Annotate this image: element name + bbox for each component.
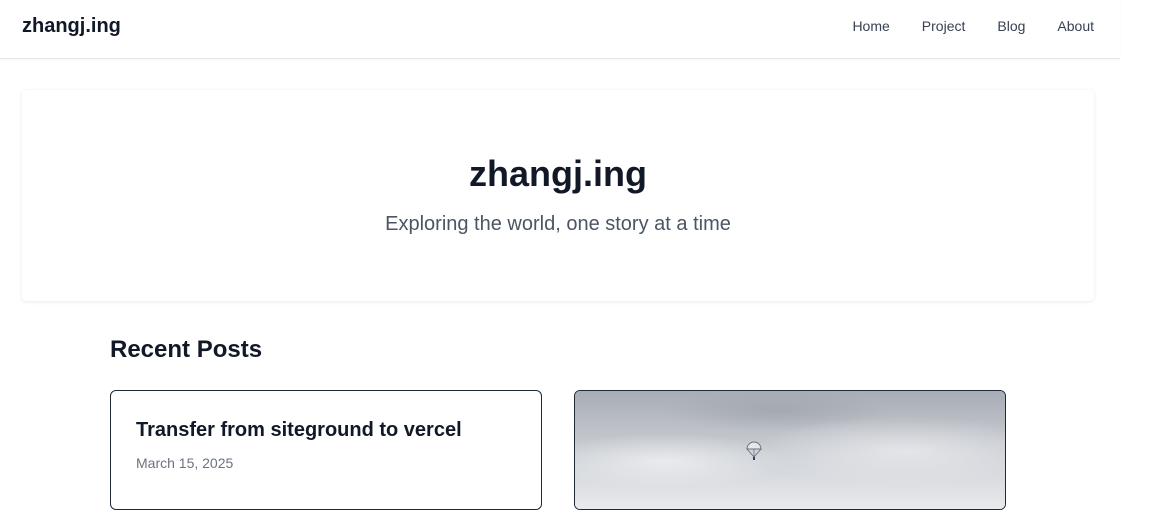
hero-banner: zhangj.ing Exploring the world, one stor… (22, 90, 1094, 301)
post-card-image[interactable] (574, 390, 1006, 510)
parachute-icon (746, 441, 762, 460)
recent-posts-heading: Recent Posts (110, 336, 263, 363)
post-card[interactable]: Transfer from siteground to vercel March… (110, 390, 542, 510)
post-date: March 15, 2025 (136, 455, 234, 471)
nav-links: Home Project Blog About (820, 17, 1094, 35)
nav-link-about[interactable]: About (1057, 17, 1094, 35)
hero-title: zhangj.ing (469, 153, 647, 194)
post-title[interactable]: Transfer from siteground to vercel (136, 418, 462, 442)
hero-subtitle: Exploring the world, one story at a time (385, 213, 731, 235)
nav-link-project[interactable]: Project (922, 17, 966, 35)
nav-link-home[interactable]: Home (852, 17, 889, 35)
post-cover-image[interactable] (575, 391, 1005, 509)
site-logo-link[interactable]: zhangj.ing (22, 14, 121, 38)
top-navbar: zhangj.ing Home Project Blog About (0, 0, 1120, 59)
nav-link-blog[interactable]: Blog (997, 17, 1025, 35)
